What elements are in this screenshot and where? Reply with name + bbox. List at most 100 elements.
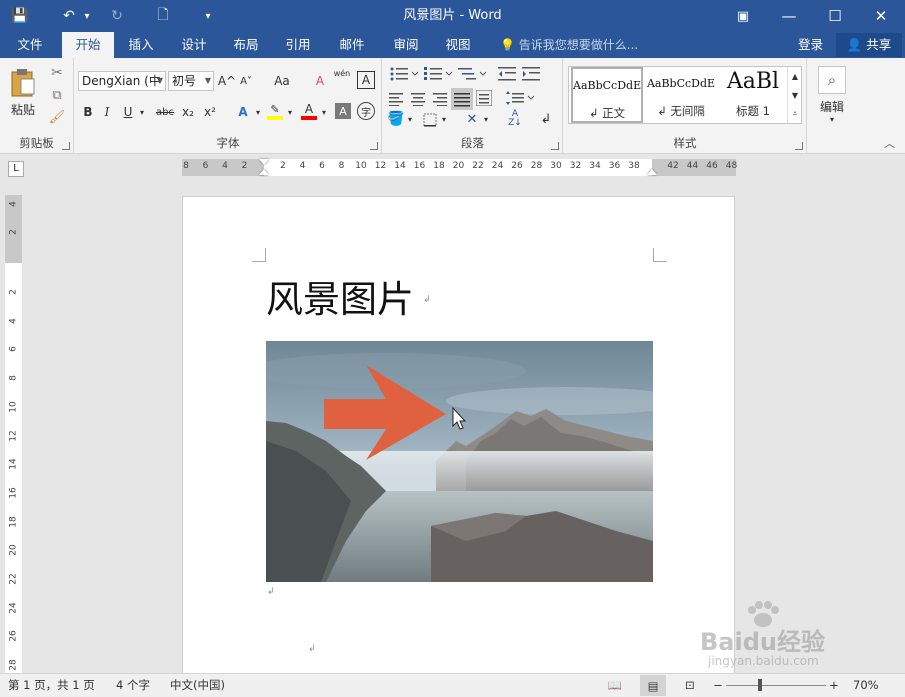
underline-dropdown-icon[interactable]: ▾ (137, 102, 147, 122)
superscript-button[interactable]: x² (201, 102, 219, 122)
vertical-ruler[interactable]: 4 2 2 4 6 8 10 12 14 16 18 20 22 24 26 28 (5, 195, 22, 675)
word-count[interactable]: 4 个字 (116, 674, 150, 697)
page-count[interactable]: 第 1 页，共 1 页 (8, 674, 95, 697)
highlight-dropdown-icon[interactable]: ▾ (285, 102, 295, 122)
highlight-color-button[interactable]: ✎ (265, 100, 285, 122)
save-icon[interactable]: 💾 (6, 0, 34, 32)
undo-dropdown-icon[interactable]: ▾ (80, 0, 94, 32)
format-painter-icon[interactable]: 🖌 (48, 108, 66, 126)
zoom-in-button[interactable]: + (828, 674, 840, 697)
clear-formatting-icon[interactable]: A (311, 71, 329, 91)
increase-indent-icon[interactable] (521, 66, 541, 82)
horizontal-ruler[interactable]: 8 6 4 2 2 4 6 8 10 12 14 16 18 20 22 24 26 28 30 32 34 36 38 42… (182, 159, 737, 176)
sort-icon[interactable]: A Z↓ (505, 108, 525, 130)
shading-dropdown-icon[interactable]: ▾ (405, 110, 415, 128)
character-shading-icon[interactable]: A (335, 103, 351, 119)
language-indicator[interactable]: 中文(中国) (170, 674, 225, 697)
print-layout-icon[interactable]: ▤ (640, 675, 666, 696)
scroll-up-icon[interactable]: ▲ (788, 67, 802, 85)
numbering-icon[interactable] (423, 66, 453, 82)
ribbon-display-options-icon[interactable]: ▣ (720, 0, 766, 32)
tab-design[interactable]: 设计 (172, 32, 216, 58)
web-layout-icon[interactable]: ⊡ (680, 674, 700, 697)
tab-review[interactable]: 审阅 (384, 32, 428, 58)
align-right-icon[interactable] (431, 92, 447, 106)
zoom-slider-thumb[interactable] (758, 679, 762, 691)
character-border-icon[interactable]: A (357, 71, 375, 89)
chinese-layout-dropdown-icon[interactable]: ▾ (481, 110, 491, 128)
close-button[interactable]: ✕ (858, 0, 904, 32)
paragraph-launcher-icon[interactable] (551, 142, 559, 150)
sign-in-link[interactable]: 登录 (798, 32, 823, 58)
undo-icon[interactable]: ↶ (58, 0, 80, 32)
tab-references[interactable]: 引用 (276, 32, 320, 58)
shrink-font-icon[interactable]: A˅ (237, 71, 255, 91)
first-line-indent-marker[interactable] (259, 159, 269, 165)
customize-toolbar-icon[interactable]: ▾ (198, 0, 218, 32)
zoom-level[interactable]: 70% (853, 674, 879, 697)
subscript-button[interactable]: x₂ (179, 102, 197, 122)
underline-button[interactable]: U (120, 102, 136, 122)
right-indent-marker[interactable] (647, 169, 657, 175)
grow-font-icon[interactable]: A^ (218, 71, 236, 91)
minimize-button[interactable]: — (766, 0, 812, 32)
change-case-icon[interactable]: Aa (267, 71, 297, 91)
tab-home[interactable]: 开始 (62, 32, 114, 58)
borders-dropdown-icon[interactable]: ▾ (439, 110, 449, 128)
copy-icon[interactable]: ⧉ (48, 86, 66, 104)
font-launcher-icon[interactable] (370, 142, 378, 150)
cut-icon[interactable]: ✂ (48, 64, 66, 82)
zoom-out-button[interactable]: − (712, 674, 724, 697)
tab-insert[interactable]: 插入 (118, 32, 164, 58)
align-center-icon[interactable] (410, 92, 426, 106)
tell-me-search[interactable]: 💡 告诉我您想要做什么... (500, 32, 638, 58)
document-page[interactable]: 风景图片 ↲ ↲ ↲ (182, 196, 735, 676)
borders-icon[interactable] (423, 113, 439, 127)
strikethrough-button[interactable]: abc (153, 102, 177, 122)
paste-button[interactable]: 粘贴 (4, 62, 42, 122)
read-mode-icon[interactable]: 📖 (606, 674, 624, 697)
align-left-icon[interactable] (389, 92, 405, 106)
line-spacing-icon[interactable] (505, 90, 535, 106)
font-size-select[interactable]: 初号 ▼ (168, 71, 214, 91)
style-normal[interactable]: AaBbCcDdE ↲ 正文 (571, 67, 643, 123)
font-color-button[interactable]: A (299, 100, 319, 122)
enclose-characters-icon[interactable]: 字 (357, 102, 375, 120)
text-effects-dropdown-icon[interactable]: ▾ (253, 102, 263, 122)
multilevel-list-icon[interactable] (457, 66, 487, 82)
more-styles-icon[interactable]: ⩡ (788, 105, 802, 123)
tab-layout[interactable]: 布局 (224, 32, 268, 58)
hanging-indent-marker[interactable] (259, 169, 269, 175)
collapse-ribbon-icon[interactable]: ︿ (884, 135, 895, 151)
zoom-slider[interactable] (726, 685, 826, 686)
text-effects-icon[interactable]: A (233, 102, 253, 122)
phonetic-guide-icon[interactable]: wén (331, 69, 353, 91)
tab-view[interactable]: 视图 (436, 32, 480, 58)
landscape-picture[interactable] (266, 341, 653, 582)
shading-icon[interactable]: 🪣 (387, 110, 405, 128)
document-title[interactable]: 风景图片 (266, 269, 414, 323)
styles-launcher-icon[interactable] (795, 142, 803, 150)
clipboard-launcher-icon[interactable] (62, 142, 70, 150)
tab-mailings[interactable]: 邮件 (330, 32, 374, 58)
justify-icon[interactable] (451, 88, 473, 110)
share-button[interactable]: 👤 共享 (836, 33, 902, 57)
redo-icon[interactable]: ↻ (104, 0, 130, 32)
show-hide-marks-icon[interactable]: ↲ (537, 110, 555, 128)
bold-button[interactable]: B (80, 102, 96, 122)
style-no-spacing[interactable]: AaBbCcDdE ↲ 无间隔 (645, 67, 717, 123)
maximize-button[interactable]: ☐ (812, 0, 858, 32)
new-document-icon[interactable]: 🗋 (150, 0, 176, 32)
font-name-select[interactable]: DengXian (中 ▼ (78, 71, 166, 91)
scroll-down-icon[interactable]: ▼ (788, 86, 802, 104)
editing-button[interactable]: ⌕ 编辑 ▾ (814, 64, 850, 126)
decrease-indent-icon[interactable] (497, 66, 517, 82)
style-heading-1[interactable]: AaBl 标题 1 (717, 67, 789, 123)
tab-file[interactable]: 文件 (8, 32, 52, 58)
tab-selector[interactable]: L (8, 161, 24, 177)
italic-button[interactable]: I (99, 102, 115, 122)
bullets-icon[interactable] (389, 66, 419, 82)
chinese-layout-icon[interactable]: ✕ (463, 110, 481, 128)
font-color-dropdown-icon[interactable]: ▾ (319, 102, 329, 122)
distributed-icon[interactable] (476, 90, 492, 106)
